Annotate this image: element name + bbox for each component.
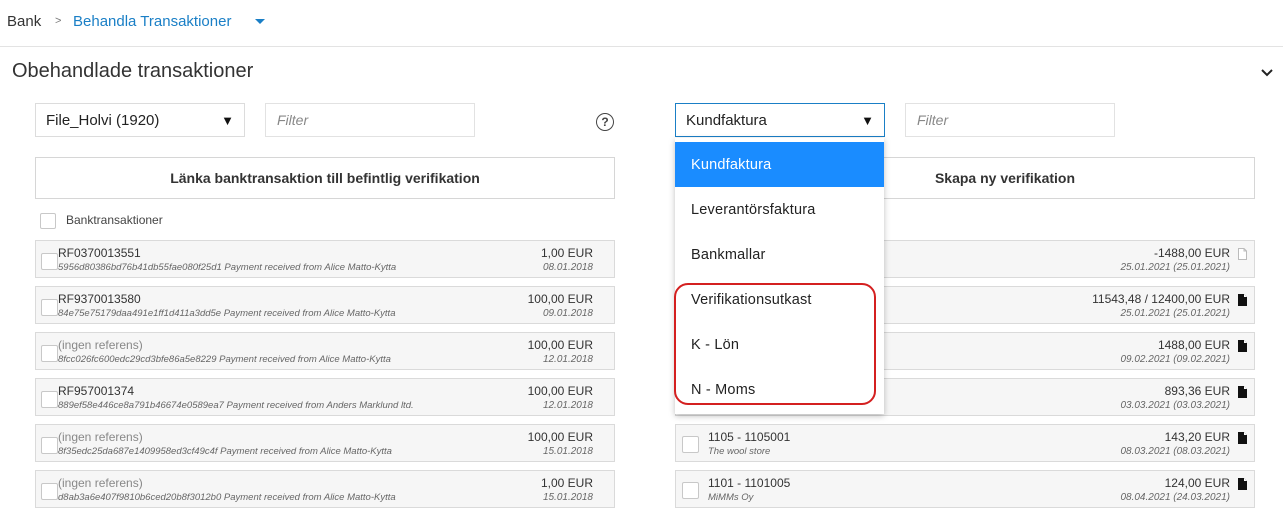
row-checkbox[interactable]: [682, 482, 699, 499]
row-checkbox[interactable]: [682, 436, 699, 453]
row-amount: 124,00 EUR: [1164, 476, 1230, 490]
option-leverantorsfaktura[interactable]: Leverantörsfaktura: [675, 187, 884, 232]
row-amount: 100,00 EUR: [527, 338, 593, 352]
triangle-down-icon: ▼: [221, 112, 234, 128]
bank-transactions-label: Banktransaktioner: [66, 213, 163, 227]
row-description: The wool store: [708, 446, 771, 457]
transaction-row[interactable]: RF0370013551 5956d80386bd76b41db55fae080…: [35, 240, 615, 278]
triangle-down-icon: ▼: [861, 112, 874, 128]
account-select-value: File_Holvi (1920): [46, 111, 160, 129]
row-date: 12.01.2018: [542, 400, 593, 411]
row-reference: RF9370013580: [58, 292, 141, 306]
file-outline-icon[interactable]: [1238, 248, 1247, 260]
row-date: 25.01.2021 (25.01.2021): [1120, 308, 1230, 319]
option-kundfaktura[interactable]: Kundfaktura: [675, 142, 884, 187]
row-amount: 1,00 EUR: [540, 476, 593, 490]
left-filter-input[interactable]: [265, 103, 475, 137]
row-date: 12.01.2018: [542, 354, 593, 365]
row-reference: RF0370013551: [58, 246, 141, 260]
help-icon[interactable]: ?: [596, 113, 614, 131]
transaction-row[interactable]: RF9370013580 84e75e75179daa491e1ff1d411a…: [35, 286, 615, 324]
row-date: 08.03.2021 (08.03.2021): [1120, 446, 1230, 457]
row-reference: (ingen referens): [58, 338, 143, 352]
file-icon[interactable]: [1238, 294, 1247, 306]
breadcrumb-current[interactable]: Behandla Transaktioner: [73, 13, 231, 30]
account-select[interactable]: File_Holvi (1920) ▼: [35, 103, 245, 137]
section-title: Obehandlade transaktioner: [12, 60, 254, 82]
caret-down-icon[interactable]: [255, 19, 265, 24]
row-amount: 893,36 EUR: [1164, 384, 1230, 398]
row-checkbox[interactable]: [41, 345, 58, 362]
file-icon[interactable]: [1238, 340, 1247, 352]
row-description: 5956d80386bd76b41db55fae080f25d1 Payment…: [58, 262, 397, 273]
row-amount: 143,20 EUR: [1164, 430, 1230, 444]
file-icon[interactable]: [1238, 478, 1247, 490]
file-icon[interactable]: [1238, 432, 1247, 444]
breadcrumb-root[interactable]: Bank: [7, 13, 41, 30]
voucher-type-select-value: Kundfaktura: [686, 111, 767, 129]
row-date: 15.01.2018: [542, 446, 593, 457]
row-date: 08.01.2018: [542, 262, 593, 273]
row-reference: 1105 - 1105001: [708, 430, 791, 444]
row-reference: RF957001374: [58, 384, 135, 398]
row-amount: 100,00 EUR: [527, 384, 593, 398]
link-transaction-button[interactable]: Länka banktransaktion till befintlig ver…: [35, 157, 615, 199]
transaction-row[interactable]: RF957001374 889ef58e446ce8a791b46674e058…: [35, 378, 615, 416]
chevron-down-icon[interactable]: [1259, 64, 1275, 80]
row-description: 8fcc026fc600edc29cd3bfe86a5e8229 Payment…: [58, 354, 391, 365]
transaction-row[interactable]: (ingen referens) 8fcc026fc600edc29cd3bfe…: [35, 332, 615, 370]
row-amount: 1,00 EUR: [540, 246, 593, 260]
row-description: 8f35edc25da687e1409958ed3cf49c4f Payment…: [58, 446, 392, 457]
row-description: 84e75e75179daa491e1ff1d411a3dd5e Payment…: [58, 308, 396, 319]
row-date: 25.01.2021 (25.01.2021): [1120, 262, 1230, 273]
voucher-row[interactable]: 1105 - 1105001 The wool store 143,20 EUR…: [675, 424, 1255, 462]
row-amount: 11543,48 / 12400,00 EUR: [1092, 292, 1230, 306]
row-checkbox[interactable]: [41, 253, 58, 270]
row-date: 09.02.2021 (09.02.2021): [1120, 354, 1230, 365]
row-checkbox[interactable]: [41, 391, 58, 408]
voucher-row[interactable]: 1101 - 1101005 MiMMs Oy 124,00 EUR 08.04…: [675, 470, 1255, 508]
row-description: MiMMs Oy: [708, 492, 754, 503]
row-date: 03.03.2021 (03.03.2021): [1120, 400, 1230, 411]
row-amount: -1488,00 EUR: [1153, 246, 1230, 260]
header-divider: [0, 46, 1283, 47]
row-amount: 100,00 EUR: [527, 430, 593, 444]
row-date: 09.01.2018: [542, 308, 593, 319]
row-checkbox[interactable]: [41, 483, 58, 500]
row-checkbox[interactable]: [41, 299, 58, 316]
transaction-row[interactable]: (ingen referens) 8f35edc25da687e1409958e…: [35, 424, 615, 462]
row-reference: (ingen referens): [58, 476, 143, 490]
select-all-checkbox[interactable]: [40, 213, 56, 229]
row-description: d8ab3a6e407f9810b6ced20b8f3012b0 Payment…: [58, 492, 396, 503]
transaction-row[interactable]: (ingen referens) d8ab3a6e407f9810b6ced20…: [35, 470, 615, 508]
row-date: 15.01.2018: [542, 492, 593, 503]
right-filter-input[interactable]: [905, 103, 1115, 137]
row-checkbox[interactable]: [41, 437, 58, 454]
row-amount: 1488,00 EUR: [1157, 338, 1230, 352]
voucher-type-select[interactable]: Kundfaktura ▼: [675, 103, 885, 137]
row-amount: 100,00 EUR: [527, 292, 593, 306]
row-reference: (ingen referens): [58, 430, 143, 444]
annotation-highlight: [674, 283, 876, 405]
option-bankmallar[interactable]: Bankmallar: [675, 232, 884, 277]
row-date: 08.04.2021 (24.03.2021): [1120, 492, 1230, 503]
file-icon[interactable]: [1238, 386, 1247, 398]
breadcrumb-separator: >: [55, 15, 62, 27]
row-reference: 1101 - 1101005: [708, 476, 791, 490]
row-description: 889ef58e446ce8a791b46674e0589ea7 Payment…: [58, 400, 414, 411]
